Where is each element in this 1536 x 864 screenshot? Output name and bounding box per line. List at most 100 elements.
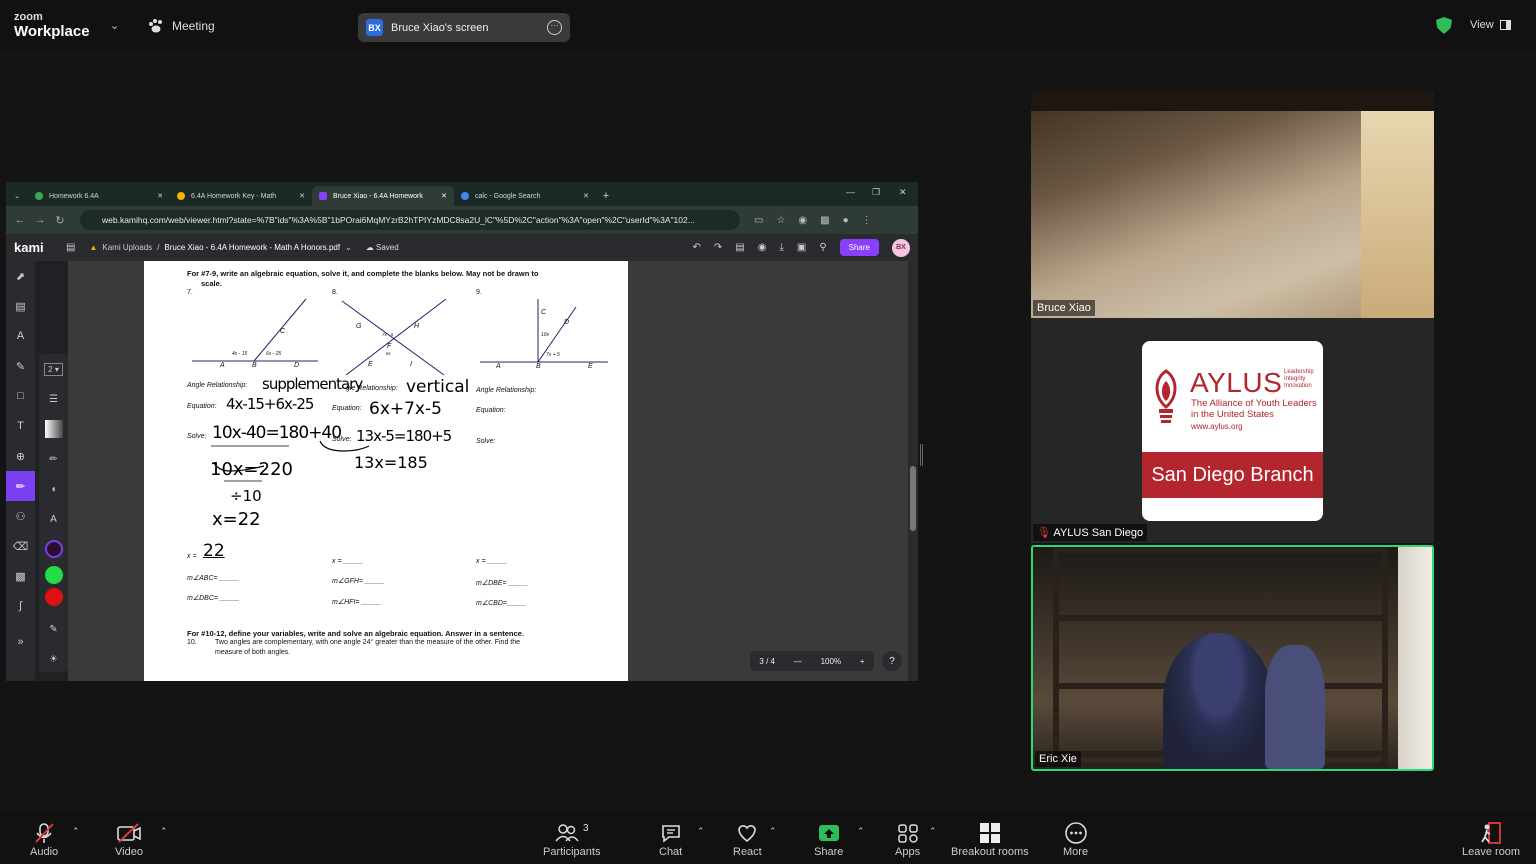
drive-icon [177,192,185,200]
browser-tab-active[interactable]: Bruce Xiao - 6.4A Homework ✕ [312,186,454,206]
share-screen-button[interactable]: Share [814,820,843,858]
meeting-button[interactable]: Meeting [148,19,215,33]
opacity-icon[interactable] [39,414,68,444]
apps-options-caret[interactable]: ⌃ [929,826,937,837]
back-icon[interactable]: ← [10,214,30,226]
audio-options-caret[interactable]: ⌃ [72,826,80,837]
ruler-icon[interactable]: ✏ [39,444,68,474]
briefcase-icon[interactable]: ▣ [797,242,806,253]
forward-icon[interactable]: → [30,214,50,226]
font-icon[interactable]: A [39,504,68,534]
text-recognize-icon[interactable]: ▤ [6,291,35,321]
chevron-down-icon[interactable]: ⌄ [110,19,119,32]
close-icon[interactable]: ✕ [583,192,589,200]
image-icon[interactable]: ▩ [6,561,35,591]
comment-icon[interactable]: □ [6,381,35,411]
chat-button[interactable]: Chat [659,820,682,858]
video-tile-aylus[interactable]: AYLUS Leadership Integrity Innovation Th… [1031,318,1434,543]
close-icon[interactable]: ✕ [299,192,305,200]
fig9-point: C [541,309,547,316]
select-tool-icon[interactable]: ⬈ [6,261,35,291]
vertical-scrollbar[interactable] [908,261,918,681]
leave-room-button[interactable]: Leave room [1462,820,1520,858]
search-icon[interactable]: ⚲ [819,242,826,253]
undo-icon[interactable]: ↶ [692,242,700,253]
tab-list-icon[interactable]: ⌄ [6,186,28,206]
expand-icon[interactable]: » [6,627,35,657]
zoom-in-icon[interactable]: + [860,657,865,666]
share-button[interactable]: Share [839,239,879,256]
video-tile-eric[interactable]: Eric Xie [1031,545,1434,771]
zoom-out-icon[interactable]: — [794,657,802,666]
reload-icon[interactable]: ↻ [50,214,70,227]
user-avatar[interactable]: BX [892,238,910,257]
protractor-icon[interactable]: ◖ [39,474,68,504]
logo-big-text: Workplace [14,23,90,40]
fig7-point: A [220,362,225,369]
read-aloud-icon[interactable]: A [6,321,35,351]
minimize-icon[interactable]: — [846,187,855,197]
shared-screen-pill[interactable]: BX Bruce Xiao's screen ⋯ [358,13,570,42]
restore-icon[interactable]: ❐ [872,187,880,198]
close-icon[interactable]: ✕ [441,192,447,200]
help-button[interactable]: ? [882,651,902,671]
splitter-handle[interactable] [920,444,923,466]
url-field[interactable]: web.kamihq.com/web/viewer.html?state=%7B… [80,210,740,230]
breadcrumb-file[interactable]: Bruce Xiao - 6.4A Homework - Math A Hono… [164,243,340,252]
react-button[interactable]: React [733,820,762,858]
signature-icon[interactable]: ∫ [6,591,35,621]
react-options-caret[interactable]: ⌃ [769,826,777,837]
video-tile-bruce[interactable]: Bruce Xiao [1031,91,1434,318]
more-options-icon[interactable]: ⋯ [547,20,562,35]
redo-icon[interactable]: ↷ [714,242,722,253]
color-swatch[interactable] [39,534,68,564]
text-tool-icon[interactable]: T [6,411,35,441]
apps-button[interactable]: Apps [895,820,920,858]
kebab-menu-icon[interactable]: ⋮ [862,215,872,226]
extension-g-icon[interactable]: ◉ [798,215,807,226]
browser-tab[interactable]: Homework 6.4A ✕ [28,186,170,206]
more-button[interactable]: More [1063,820,1088,858]
zoom-level[interactable]: 100% [821,657,841,666]
classroom-icon [35,192,43,200]
pen-tool-icon[interactable]: ✏ [6,471,35,501]
zoom-logo[interactable]: zoom Workplace [14,12,90,40]
breakout-rooms-button[interactable]: Breakout rooms [951,820,1029,858]
view-button[interactable]: View [1470,19,1511,31]
participants-button[interactable]: 3 Participants [543,820,600,858]
page-indicator[interactable]: 3 / 4 [759,657,775,666]
video-options-caret[interactable]: ⌃ [160,826,168,837]
outline-icon[interactable]: ▤ [66,242,75,253]
breadcrumb-folder[interactable]: Kami Uploads [102,243,152,252]
palette-icon[interactable]: ☀ [39,644,68,674]
eye-icon[interactable]: ◉ [758,242,767,253]
eyedropper-icon[interactable]: ✎ [39,614,68,644]
browser-tab[interactable]: 6.4A Homework Key - Math ✕ [170,186,312,206]
chat-options-caret[interactable]: ⌃ [697,826,705,837]
page-icon[interactable]: ▤ [735,242,744,253]
window-close-icon[interactable]: ✕ [899,187,907,198]
highlight-icon[interactable]: ✎ [6,351,35,381]
eraser-icon[interactable]: ⌫ [6,531,35,561]
puzzle-icon[interactable]: ▩ [820,215,829,226]
line-style-icon[interactable]: ☰ [39,384,68,414]
shapes-icon[interactable]: ⚇ [6,501,35,531]
color-swatch[interactable] [39,564,68,586]
cast-icon[interactable]: ▭ [754,215,763,226]
browser-tab[interactable]: calc - Google Search ✕ [454,186,596,206]
scroll-thumb[interactable] [910,466,916,531]
download-icon[interactable]: ⤓ [779,242,783,253]
kami-logo[interactable]: kami [14,240,66,255]
security-shield-icon[interactable] [1436,17,1452,34]
new-tab-icon[interactable]: + [596,186,616,206]
audio-button[interactable]: Audio [30,820,58,858]
profile-icon[interactable]: ● [843,215,849,226]
share-options-caret[interactable]: ⌃ [857,826,865,837]
color-swatch[interactable] [39,586,68,608]
add-media-icon[interactable]: ⊕ [6,441,35,471]
close-icon[interactable]: ✕ [157,192,163,200]
stroke-size-select[interactable]: 2 ▾ [39,354,68,384]
chevron-down-icon[interactable]: ⌄ [345,243,352,252]
video-button[interactable]: Video [115,820,143,858]
star-icon[interactable]: ☆ [776,215,785,226]
